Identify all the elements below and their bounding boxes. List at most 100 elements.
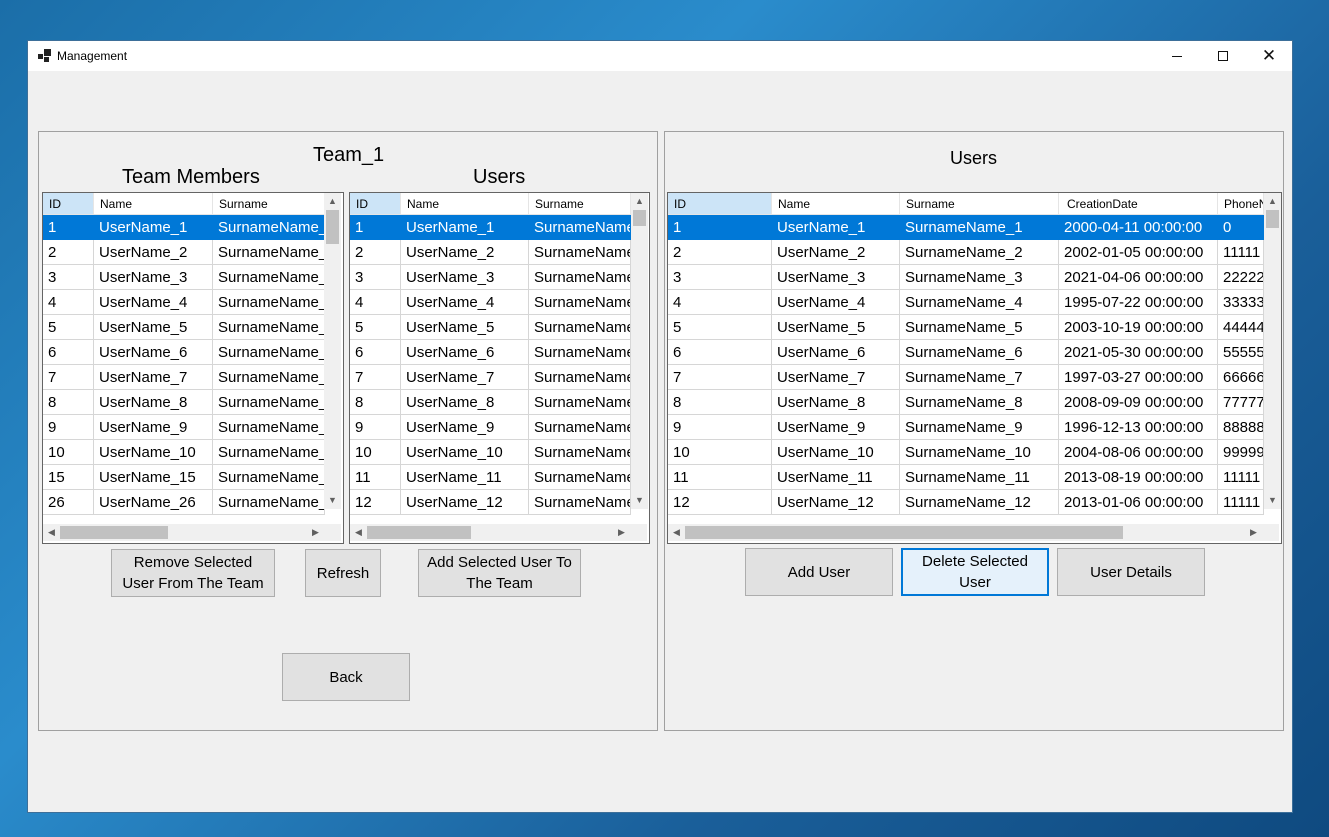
column-header[interactable]: Name: [401, 193, 529, 215]
table-cell[interactable]: 9: [350, 415, 401, 440]
table-cell[interactable]: UserName_10: [94, 440, 213, 465]
table-row[interactable]: 11 UserName_11 SurnameName_11 2013-08-19 00…: [668, 465, 1264, 490]
table-cell[interactable]: 9: [43, 415, 94, 440]
table-cell[interactable]: UserName_3: [401, 265, 529, 290]
table-cell[interactable]: UserName_8: [772, 390, 900, 415]
table-cell[interactable]: UserName_4: [401, 290, 529, 315]
table-cell[interactable]: UserName_2: [401, 240, 529, 265]
table-cell[interactable]: SurnameName_2: [213, 240, 325, 265]
table-cell[interactable]: 1996-12-13 00:00:00: [1059, 415, 1218, 440]
table-row[interactable]: 10 UserName_10 SurnameName_10 2004-08-06 00…: [668, 440, 1264, 465]
horizontal-scrollbar[interactable]: ◀ ▶: [43, 524, 341, 541]
table-row[interactable]: 15UserName_15SurnameName_15: [43, 465, 325, 490]
table-row[interactable]: 1UserName_1SurnameName_1: [43, 215, 325, 240]
table-row[interactable]: 12UserName_12SurnameName_12: [350, 490, 631, 515]
table-cell[interactable]: 99999: [1218, 440, 1264, 465]
table-cell[interactable]: 6: [43, 340, 94, 365]
table-row[interactable]: 2UserName_2SurnameName_2: [350, 240, 631, 265]
table-cell[interactable]: UserName_2: [772, 240, 900, 265]
table-cell[interactable]: SurnameName_12: [529, 490, 631, 515]
table-cell[interactable]: 11111: [1218, 240, 1264, 265]
table-cell[interactable]: UserName_6: [94, 340, 213, 365]
table-cell[interactable]: SurnameName_9: [213, 415, 325, 440]
column-header[interactable]: ID: [668, 193, 772, 215]
team-members-grid[interactable]: ID Name Surname 1 UserName_1 SurnameName_1…: [42, 192, 344, 544]
table-cell[interactable]: UserName_12: [772, 490, 900, 515]
table-cell[interactable]: 1: [350, 215, 401, 240]
table-cell[interactable]: 5: [43, 315, 94, 340]
table-cell[interactable]: UserName_3: [94, 265, 213, 290]
minimize-icon[interactable]: [1154, 41, 1200, 71]
column-header[interactable]: ID: [350, 193, 401, 215]
table-cell[interactable]: SurnameName_6: [213, 340, 325, 365]
horizontal-scrollbar[interactable]: ◀ ▶: [350, 524, 647, 541]
table-cell[interactable]: SurnameName_3: [529, 265, 631, 290]
table-cell[interactable]: 7: [668, 365, 772, 390]
horizontal-scrollbar[interactable]: ◀ ▶: [668, 524, 1279, 541]
table-cell[interactable]: 11111: [1218, 465, 1264, 490]
users-grid[interactable]: ID Name Surname CreationDate PhoneNumber…: [667, 192, 1282, 544]
table-cell[interactable]: UserName_9: [94, 415, 213, 440]
table-cell[interactable]: 2021-05-30 00:00:00: [1059, 340, 1218, 365]
table-cell[interactable]: 2: [668, 240, 772, 265]
table-cell[interactable]: 44444: [1218, 315, 1264, 340]
back-button[interactable]: Back: [282, 653, 410, 701]
column-header[interactable]: ID: [43, 193, 94, 215]
table-cell[interactable]: UserName_6: [772, 340, 900, 365]
column-header[interactable]: Surname: [213, 193, 325, 215]
table-cell[interactable]: SurnameName_10: [213, 440, 325, 465]
table-cell[interactable]: 26: [43, 490, 94, 515]
table-cell[interactable]: SurnameName_8: [213, 390, 325, 415]
table-cell[interactable]: UserName_8: [401, 390, 529, 415]
table-row[interactable]: 4UserName_4SurnameName_4: [350, 290, 631, 315]
table-cell[interactable]: UserName_4: [94, 290, 213, 315]
table-cell[interactable]: SurnameName_4: [529, 290, 631, 315]
table-cell[interactable]: 8: [350, 390, 401, 415]
maximize-icon[interactable]: [1200, 41, 1246, 71]
table-cell[interactable]: 12: [668, 490, 772, 515]
table-cell[interactable]: UserName_9: [772, 415, 900, 440]
table-row[interactable]: 26UserName_26SurnameName_26: [43, 490, 325, 515]
table-row[interactable]: 1UserName_1SurnameName_1: [350, 215, 631, 240]
table-row[interactable]: 7UserName_7SurnameName_7: [43, 365, 325, 390]
table-cell[interactable]: 2000-04-11 00:00:00: [1059, 215, 1218, 240]
column-header[interactable]: Name: [94, 193, 213, 215]
table-cell[interactable]: 9: [668, 415, 772, 440]
table-cell[interactable]: 2: [43, 240, 94, 265]
table-cell[interactable]: 4: [43, 290, 94, 315]
table-row[interactable]: 7 UserName_7 SurnameName_7 1997-03-27 00:00…: [668, 365, 1264, 390]
close-icon[interactable]: ✕: [1246, 41, 1292, 71]
table-cell[interactable]: SurnameName_7: [529, 365, 631, 390]
table-row[interactable]: 10UserName_10SurnameName_10: [43, 440, 325, 465]
table-cell[interactable]: 5: [350, 315, 401, 340]
table-cell[interactable]: SurnameName_9: [900, 415, 1059, 440]
delete-user-button[interactable]: Delete Selected User: [901, 548, 1049, 596]
refresh-button[interactable]: Refresh: [305, 549, 381, 597]
table-cell[interactable]: 4: [350, 290, 401, 315]
table-row[interactable]: 7UserName_7SurnameName_7: [350, 365, 631, 390]
table-cell[interactable]: 10: [350, 440, 401, 465]
table-cell[interactable]: SurnameName_9: [529, 415, 631, 440]
table-cell[interactable]: UserName_1: [401, 215, 529, 240]
table-cell[interactable]: 6: [668, 340, 772, 365]
vertical-scrollbar[interactable]: ▲ ▼: [631, 193, 648, 509]
table-cell[interactable]: UserName_10: [401, 440, 529, 465]
table-cell[interactable]: UserName_11: [401, 465, 529, 490]
table-row[interactable]: 1 UserName_1 SurnameName_1 2000-04-11 00:00…: [668, 215, 1264, 240]
table-cell[interactable]: 11111: [1218, 490, 1264, 515]
table-cell[interactable]: SurnameName_7: [900, 365, 1059, 390]
table-cell[interactable]: 2002-01-05 00:00:00: [1059, 240, 1218, 265]
table-cell[interactable]: 1: [668, 215, 772, 240]
table-cell[interactable]: 2013-08-19 00:00:00: [1059, 465, 1218, 490]
table-cell[interactable]: SurnameName_12: [900, 490, 1059, 515]
table-row[interactable]: 8 UserName_8 SurnameName_8 2008-09-09 00:00…: [668, 390, 1264, 415]
table-row[interactable]: 5 UserName_5 SurnameName_5 2003-10-19 00:00…: [668, 315, 1264, 340]
table-row[interactable]: 8UserName_8SurnameName_8: [43, 390, 325, 415]
table-row[interactable]: 2UserName_2SurnameName_2: [43, 240, 325, 265]
user-details-button[interactable]: User Details: [1057, 548, 1205, 596]
column-header[interactable]: CreationDate: [1059, 193, 1218, 215]
table-cell[interactable]: 11: [668, 465, 772, 490]
available-users-grid[interactable]: ID Name Surname 1UserName_1SurnameName_1…: [349, 192, 650, 544]
table-cell[interactable]: UserName_15: [94, 465, 213, 490]
table-cell[interactable]: 1995-07-22 00:00:00: [1059, 290, 1218, 315]
